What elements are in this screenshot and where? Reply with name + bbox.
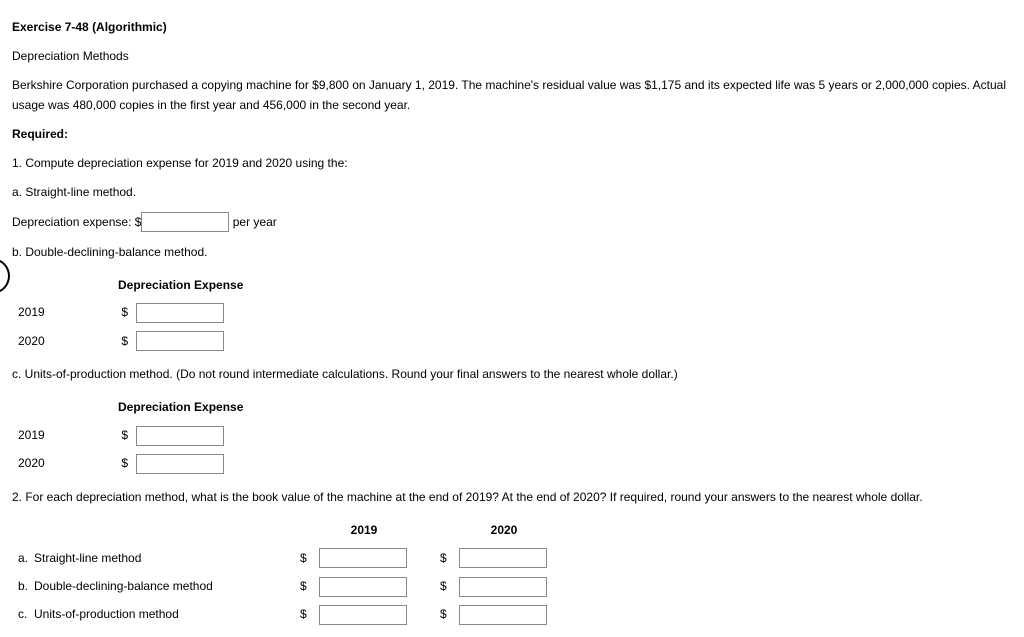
q1c-label: c. Units-of-production method. (Do not r… [12, 365, 1012, 384]
q1b-year2: 2020 [12, 327, 112, 355]
dollar-sign: $ [294, 544, 313, 572]
q1c-year2: 2020 [12, 450, 112, 478]
q1c-header: Depreciation Expense [112, 394, 249, 421]
required-label: Required: [12, 125, 1012, 144]
table-row: 2019 $ [12, 299, 249, 327]
q1b-input-2019[interactable] [136, 303, 224, 323]
q1b-input-2020[interactable] [136, 331, 224, 351]
dollar-sign: $ [112, 299, 130, 327]
exercise-subtitle: Depreciation Methods [12, 47, 1012, 66]
dollar-sign: $ [434, 544, 453, 572]
dollar-sign: $ [294, 573, 313, 601]
dollar-sign: $ [434, 601, 453, 629]
q2-c-2020-input[interactable] [459, 605, 547, 625]
q1b-label: b. Double-declining-balance method. [12, 243, 1012, 262]
q2-prompt: 2. For each depreciation method, what is… [12, 488, 1012, 507]
exercise-description: Berkshire Corporation purchased a copyin… [12, 76, 1012, 114]
table-row: a. Straight-line method $ $ [12, 544, 574, 572]
q1b-header: Depreciation Expense [112, 272, 249, 299]
q1b-table: Depreciation Expense 2019 $ 2020 $ [12, 272, 249, 356]
q2-row-letter: a. [12, 544, 34, 572]
table-row: c. Units-of-production method $ $ [12, 601, 574, 629]
table-row: b. Double-declining-balance method $ $ [12, 573, 574, 601]
table-row: 2019 $ [12, 422, 249, 450]
table-row: 2020 $ [12, 327, 249, 355]
q2-a-2019-input[interactable] [319, 548, 407, 568]
q2-table: 2019 2020 a. Straight-line method $ $ b.… [12, 517, 574, 629]
q1-prompt: 1. Compute depreciation expense for 2019… [12, 154, 1012, 173]
q2-col1: 2019 [294, 517, 434, 544]
page-indicator [0, 258, 10, 294]
q2-b-2020-input[interactable] [459, 577, 547, 597]
dollar-sign: $ [434, 573, 453, 601]
q1c-table: Depreciation Expense 2019 $ 2020 $ [12, 394, 249, 478]
q1c-input-2020[interactable] [136, 454, 224, 474]
q2-row-label: Units-of-production method [34, 601, 294, 629]
exercise-title: Exercise 7-48 (Algorithmic) [12, 18, 1012, 37]
dollar-sign: $ [112, 422, 130, 450]
q2-b-2019-input[interactable] [319, 577, 407, 597]
q1c-input-2019[interactable] [136, 426, 224, 446]
q1a-input[interactable] [141, 212, 229, 232]
q1a-suffix: per year [229, 215, 276, 229]
table-row: 2020 $ [12, 450, 249, 478]
dollar-sign: $ [112, 450, 130, 478]
q1a-line: Depreciation expense: $ per year [12, 212, 1012, 232]
q2-a-2020-input[interactable] [459, 548, 547, 568]
dollar-sign: $ [294, 601, 313, 629]
q1a-prefix: Depreciation expense: $ [12, 215, 141, 229]
q1a-label: a. Straight-line method. [12, 183, 1012, 202]
q2-row-letter: b. [12, 573, 34, 601]
q2-row-label: Straight-line method [34, 544, 294, 572]
dollar-sign: $ [112, 327, 130, 355]
q1b-year1: 2019 [12, 299, 112, 327]
q2-c-2019-input[interactable] [319, 605, 407, 625]
q2-row-letter: c. [12, 601, 34, 629]
q2-row-label: Double-declining-balance method [34, 573, 294, 601]
q1c-year1: 2019 [12, 422, 112, 450]
q2-col2: 2020 [434, 517, 574, 544]
